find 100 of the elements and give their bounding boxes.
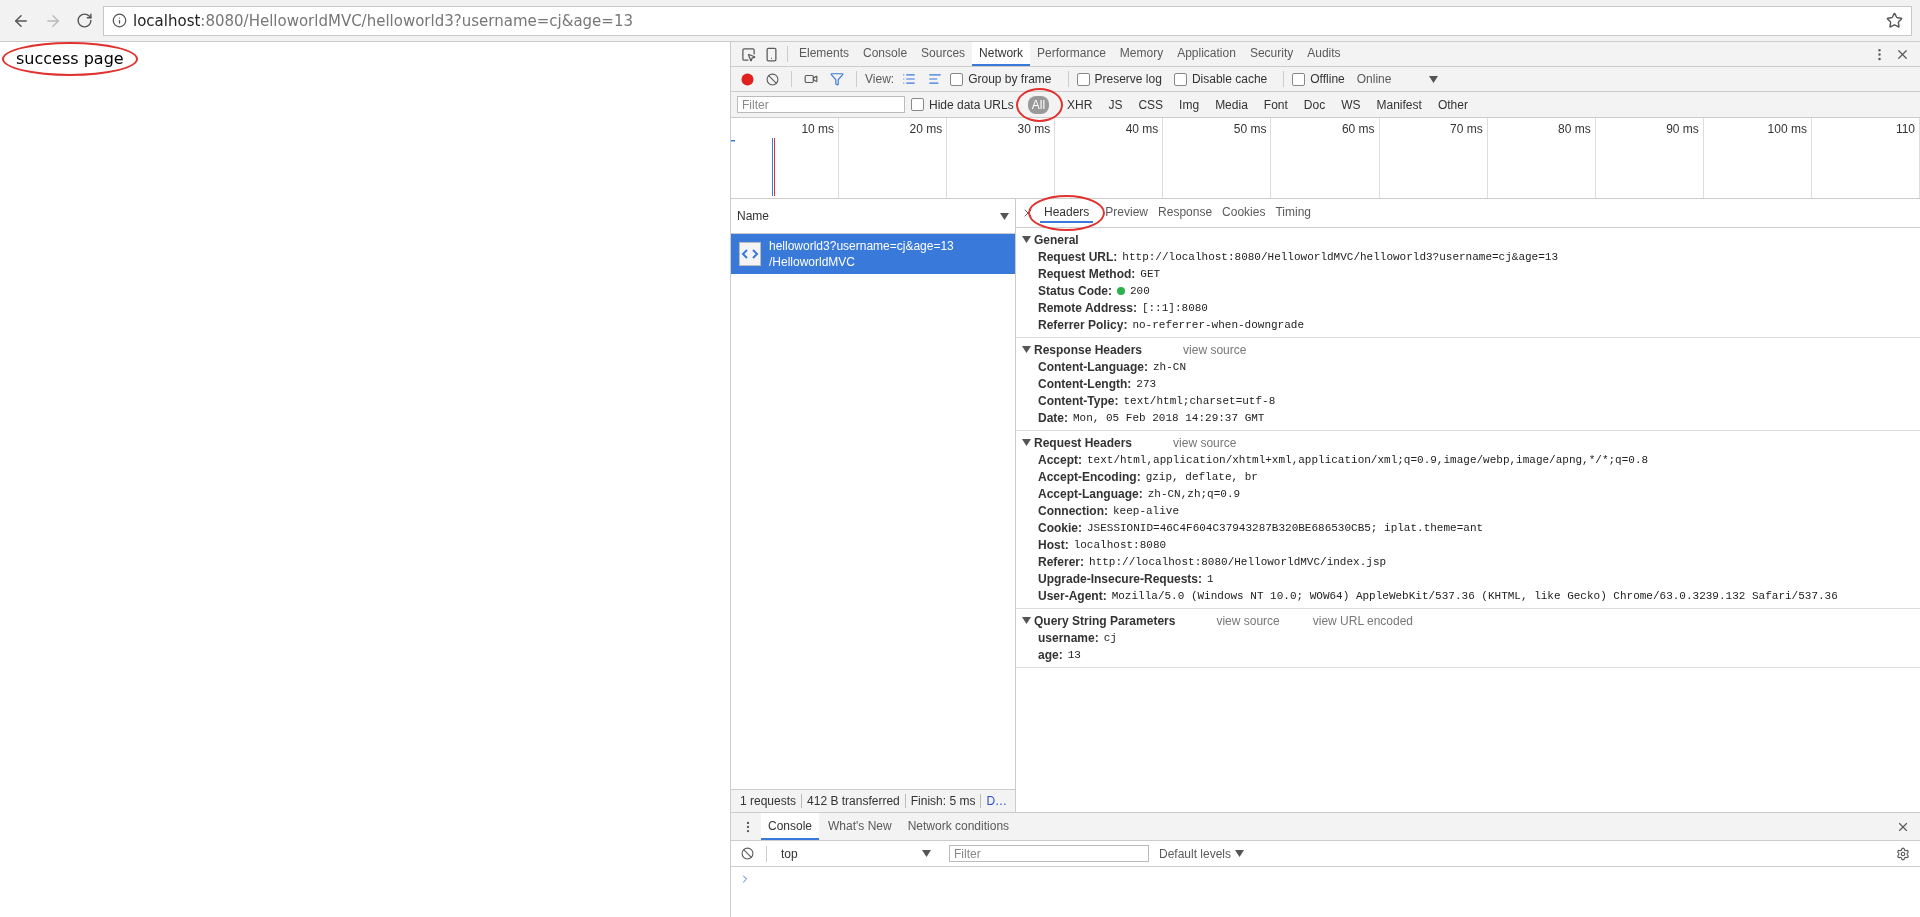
header-value: text/html;charset=utf-8: [1123, 394, 1276, 407]
header-value: cj: [1103, 631, 1117, 644]
section-title[interactable]: Request Headers: [1034, 435, 1133, 450]
devtools-tab[interactable]: Network: [972, 42, 1031, 66]
detail-tab[interactable]: Headers: [1040, 203, 1094, 223]
header-name: Upgrade-Insecure-Requests:: [1038, 571, 1203, 586]
sort-caret-icon: [1000, 212, 1009, 220]
devtools-tab[interactable]: Elements: [792, 42, 857, 66]
header-name: Cookie:: [1038, 520, 1082, 535]
disclosure-triangle-icon[interactable]: [1022, 345, 1031, 354]
console-filter-input[interactable]: Filter: [949, 845, 1149, 862]
header-name: Referer:: [1038, 554, 1085, 569]
tick-label: 10 ms: [801, 122, 835, 136]
disclosure-triangle-icon[interactable]: [1022, 616, 1031, 625]
type-filter-button[interactable]: Manifest: [1372, 95, 1426, 114]
devtools-tab[interactable]: Memory: [1112, 42, 1171, 66]
detail-tab[interactable]: Cookies: [1218, 203, 1270, 223]
tick-label: 60 ms: [1341, 122, 1375, 136]
type-filter-button[interactable]: Font: [1259, 95, 1292, 114]
devtools-tab[interactable]: Security: [1242, 42, 1301, 66]
devtools-tab[interactable]: Console: [856, 42, 915, 66]
tick-label: 110: [1895, 122, 1916, 136]
view-source-link[interactable]: view URL encoded: [1312, 613, 1414, 628]
tick-label: 20 ms: [909, 122, 943, 136]
type-filter-button[interactable]: Media: [1211, 95, 1252, 114]
request-name: helloworld3?username=cj&age=13: [769, 239, 954, 253]
header-value: http://localhost:8080/HelloworldMVC/helloworld3?username=cj&age=13: [1122, 250, 1558, 263]
section-title[interactable]: General: [1034, 232, 1079, 247]
header-value: 200: [1130, 284, 1150, 297]
drawer-tab[interactable]: What's New: [821, 813, 899, 840]
context-select[interactable]: top: [775, 846, 937, 861]
devtools-tab[interactable]: Audits: [1300, 42, 1348, 66]
disclosure-triangle-icon[interactable]: [1022, 235, 1031, 244]
header-value: 273: [1136, 377, 1157, 390]
header-name: Accept-Language:: [1038, 486, 1143, 501]
header-name: Remote Address:: [1038, 300, 1137, 315]
type-filter-button[interactable]: XHR: [1063, 95, 1097, 114]
header-name: User-Agent:: [1038, 588, 1107, 603]
checkbox[interactable]: Offline: [1292, 72, 1345, 86]
detail-tab[interactable]: Response: [1154, 203, 1217, 223]
devtools-tab[interactable]: Application: [1170, 42, 1243, 66]
filter-input[interactable]: Filter: [737, 96, 905, 113]
header-value: [::1]:8080: [1141, 301, 1208, 314]
header-name: Status Code:: [1038, 283, 1112, 298]
header-value: 1: [1207, 572, 1214, 585]
url-text: localhost:8080/HelloworldMVC/helloworld3?username=cj&age=13: [133, 11, 633, 30]
checkbox[interactable]: Hide data URLs: [911, 97, 1014, 112]
tick-label: 70 ms: [1449, 122, 1483, 136]
header-name: age:: [1038, 647, 1063, 662]
status-text: 412 B transferred: [801, 794, 905, 808]
header-name: Date:: [1038, 410, 1068, 425]
header-value: http://localhost:8080/HelloworldMVC/index.jsp: [1089, 555, 1387, 568]
header-name: Content-Language:: [1038, 359, 1148, 374]
header-value: zh-CN,zh;q=0.9: [1147, 487, 1241, 500]
request-row[interactable]: helloworld3?username=cj&age=13 /HelloworldMVC: [731, 234, 1015, 274]
reload-icon[interactable]: [76, 12, 93, 29]
annotation-ellipse: [1015, 87, 1064, 122]
type-filter-button[interactable]: Doc: [1299, 95, 1330, 114]
section-title[interactable]: Query String Parameters: [1034, 613, 1176, 628]
view-source-link[interactable]: view source: [1183, 342, 1247, 357]
type-filter-button[interactable]: CSS: [1134, 95, 1168, 114]
detail-tab[interactable]: Preview: [1101, 203, 1153, 223]
checkbox[interactable]: Group by frame: [950, 72, 1052, 86]
caret-icon: [922, 850, 931, 857]
view-source-link[interactable]: view source: [1173, 435, 1237, 450]
header-name: Request Method:: [1038, 266, 1136, 281]
type-filter-button[interactable]: JS: [1104, 95, 1127, 114]
tick-label: 100 ms: [1767, 122, 1807, 136]
header-name: Content-Length:: [1038, 376, 1132, 391]
checkbox[interactable]: Disable cache: [1173, 72, 1268, 86]
drawer-tab[interactable]: Console: [761, 813, 820, 840]
bookmark-star-icon[interactable]: [1886, 12, 1903, 29]
header-value: localhost:8080: [1073, 538, 1167, 551]
view-source-link[interactable]: view source: [1216, 613, 1280, 628]
header-value: zh-CN: [1153, 360, 1186, 373]
detail-tab[interactable]: Timing: [1271, 203, 1315, 223]
request-path: /HelloworldMVC: [769, 255, 857, 269]
throttle-select[interactable]: Online: [1356, 72, 1392, 86]
header-name: Host:: [1038, 537, 1069, 552]
column-header[interactable]: Name: [737, 209, 769, 223]
drawer-tab[interactable]: Network conditions: [900, 813, 1017, 840]
status-link[interactable]: D…: [980, 794, 1013, 808]
view-label: View:: [865, 72, 895, 86]
type-filter-button[interactable]: Other: [1433, 95, 1472, 114]
devtools-tab[interactable]: Sources: [914, 42, 973, 66]
tick-label: 30 ms: [1017, 122, 1051, 136]
header-value: gzip, deflate, br: [1145, 470, 1258, 483]
header-name: Accept:: [1038, 452, 1082, 467]
type-filter-button[interactable]: Img: [1175, 95, 1204, 114]
section-title[interactable]: Response Headers: [1034, 342, 1143, 357]
type-filter-button[interactable]: WS: [1337, 95, 1365, 114]
header-name: Content-Type:: [1038, 393, 1119, 408]
checkbox[interactable]: Preserve log: [1076, 72, 1162, 86]
tick-label: 40 ms: [1125, 122, 1159, 136]
header-value: GET: [1140, 267, 1161, 280]
disclosure-triangle-icon[interactable]: [1022, 438, 1031, 447]
address-bar[interactable]: localhost:8080/HelloworldMVC/helloworld3?username=cj&age=13: [103, 5, 1912, 36]
devtools-tab[interactable]: Performance: [1030, 42, 1113, 66]
header-name: Request URL:: [1038, 249, 1118, 264]
log-levels-dropdown[interactable]: Default levels: [1159, 846, 1232, 861]
